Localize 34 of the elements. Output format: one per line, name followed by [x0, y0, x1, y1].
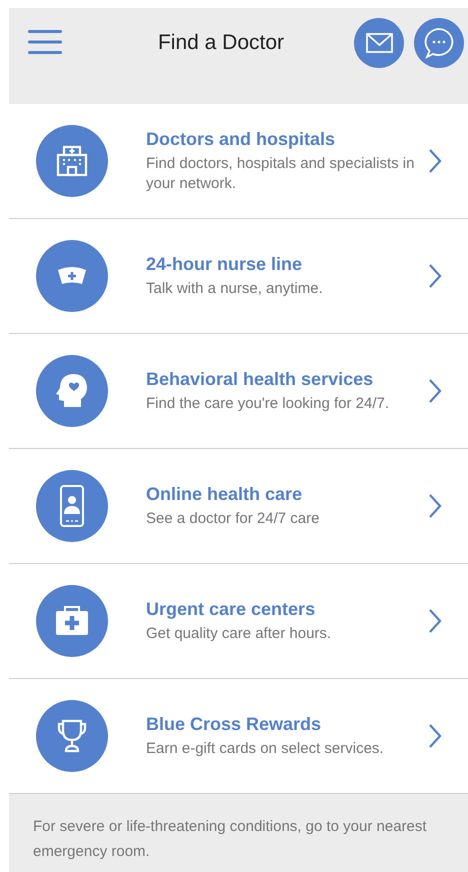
item-title: 24-hour nurse line: [146, 254, 304, 274]
item-title: Behavioral health services: [146, 368, 374, 390]
nurse-cap-icon: [36, 240, 108, 312]
service-item[interactable]: Behavioral health services Find the care you're looking for 24/7.: [9, 334, 468, 449]
item-description: Earn e-gift cards on select services.: [146, 738, 385, 758]
item-description: Talk with a nurse, anytime.: [146, 278, 324, 298]
service-item[interactable]: Urgent care centers Get quality care after hours.: [9, 564, 468, 679]
service-item[interactable]: Blue Cross Rewards Earn e-gift cards on select services.: [9, 679, 468, 794]
mail-icon[interactable]: [354, 18, 404, 68]
page-title: Find a Doctor: [156, 31, 286, 55]
chevron-right-icon: [428, 723, 442, 749]
item-description: Find the care you're looking for 24/7.: [146, 394, 390, 414]
item-title: Urgent care centers: [146, 598, 316, 620]
chevron-right-icon: [428, 493, 442, 519]
trophy-icon: [36, 700, 108, 772]
phone-doctor-icon: [36, 470, 108, 542]
first-aid-kit-icon: [36, 585, 108, 657]
service-item[interactable]: Doctors and hospitals Find doctors, hospitals and specialists in your network.: [9, 104, 468, 219]
item-description: See a doctor for 24/7 care: [146, 508, 320, 528]
chat-icon[interactable]: [414, 18, 464, 68]
service-item[interactable]: 24-hour nurse line Talk with a nurse, anytime.: [9, 219, 468, 334]
item-description: Get quality care after hours.: [146, 624, 332, 644]
item-title: Online health care: [146, 484, 304, 504]
item-title: Doctors and hospitals: [146, 128, 336, 150]
service-item[interactable]: Online health care See a doctor for 24/7 care: [9, 449, 468, 564]
chevron-right-icon: [428, 148, 442, 174]
item-title: Blue Cross Rewards: [146, 714, 322, 734]
item-description: Find doctors, hospitals and specialists in your network.: [146, 154, 416, 194]
menu-icon[interactable]: [28, 29, 62, 55]
emergency-notice: For severe or life-threatening conditions, go to your nearest emergency room.: [33, 817, 428, 862]
chevron-right-icon: [428, 263, 442, 289]
chevron-right-icon: [428, 608, 442, 634]
chevron-right-icon: [428, 378, 442, 404]
hospital-icon: [36, 125, 108, 197]
